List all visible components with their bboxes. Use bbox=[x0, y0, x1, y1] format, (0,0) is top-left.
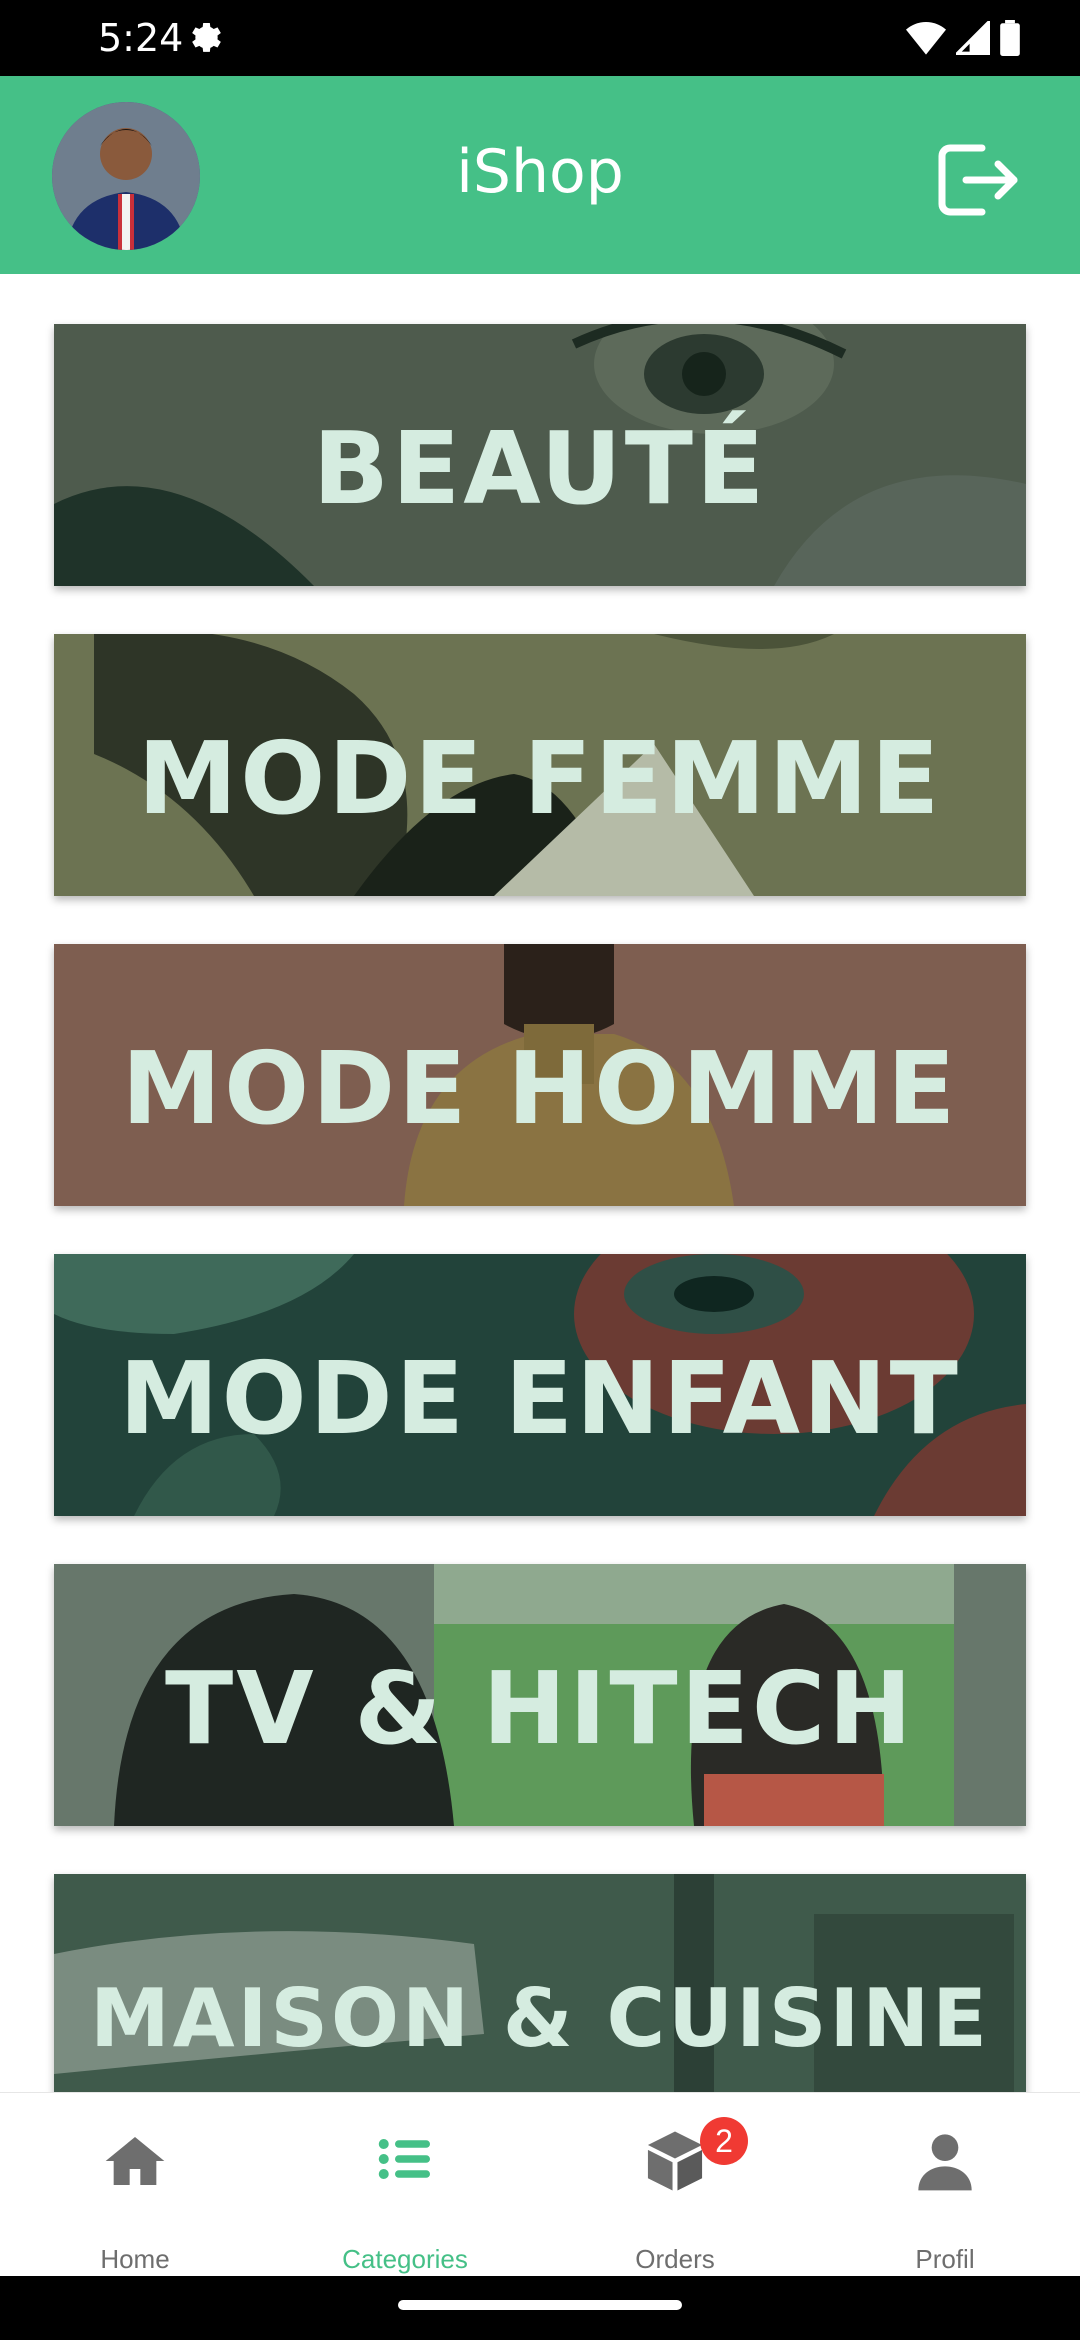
category-label: BEAUTÉ bbox=[312, 409, 768, 527]
category-card-mode-femme[interactable]: MODE FEMME bbox=[54, 634, 1026, 896]
category-label: TV & HITECH bbox=[165, 1649, 915, 1767]
battery-icon bbox=[1000, 19, 1020, 61]
wifi-icon bbox=[906, 21, 946, 60]
status-icons bbox=[906, 18, 1020, 61]
category-card-tv-hitech[interactable]: TV & HITECH bbox=[54, 1564, 1026, 1826]
nav-item-profil[interactable]: Profil bbox=[810, 2093, 1080, 2277]
home-indicator[interactable] bbox=[398, 2300, 682, 2310]
box-icon bbox=[645, 2129, 705, 2198]
category-label: MODE FEMME bbox=[137, 719, 943, 837]
status-bar: 5:24 bbox=[0, 0, 1080, 76]
category-card-mode-enfant[interactable]: MODE ENFANT bbox=[54, 1254, 1026, 1516]
nav-item-categories[interactable]: Categories bbox=[270, 2093, 540, 2277]
category-label: MAISON & CUISINE bbox=[90, 1971, 990, 2065]
category-card-mode-homme[interactable]: MODE HOMME bbox=[54, 944, 1026, 1206]
category-label: MODE ENFANT bbox=[119, 1339, 961, 1457]
list-icon bbox=[375, 2129, 435, 2194]
nav-label-categories: Categories bbox=[342, 2244, 468, 2274]
home-icon bbox=[103, 2129, 167, 2198]
settings-gear-icon bbox=[186, 18, 226, 58]
cellular-signal-icon bbox=[953, 18, 990, 60]
logout-button[interactable] bbox=[936, 142, 1022, 218]
bottom-navigation: Home Categories 2 Orders Profil bbox=[0, 2092, 1080, 2277]
logout-icon bbox=[936, 144, 1022, 222]
app-bar: iShop bbox=[0, 76, 1080, 274]
nav-label-orders: Orders bbox=[635, 2244, 715, 2274]
category-card-maison-cuisine[interactable]: MAISON & CUISINE bbox=[54, 1874, 1026, 2092]
nav-item-orders[interactable]: 2 Orders bbox=[540, 2093, 810, 2277]
status-time: 5:24 bbox=[98, 16, 184, 60]
person-icon bbox=[913, 2129, 977, 2198]
nav-label-profil: Profil bbox=[915, 2244, 975, 2274]
nav-item-home[interactable]: Home bbox=[0, 2093, 270, 2277]
orders-badge: 2 bbox=[700, 2117, 748, 2165]
category-label: MODE HOMME bbox=[121, 1029, 959, 1147]
nav-label-home: Home bbox=[100, 2244, 170, 2274]
category-list[interactable]: BEAUTÉ MODE FEMME MODE HOMME MODE ENFANT… bbox=[0, 274, 1080, 2092]
app-title: iShop bbox=[456, 137, 624, 207]
category-card-beaute[interactable]: BEAUTÉ bbox=[54, 324, 1026, 586]
